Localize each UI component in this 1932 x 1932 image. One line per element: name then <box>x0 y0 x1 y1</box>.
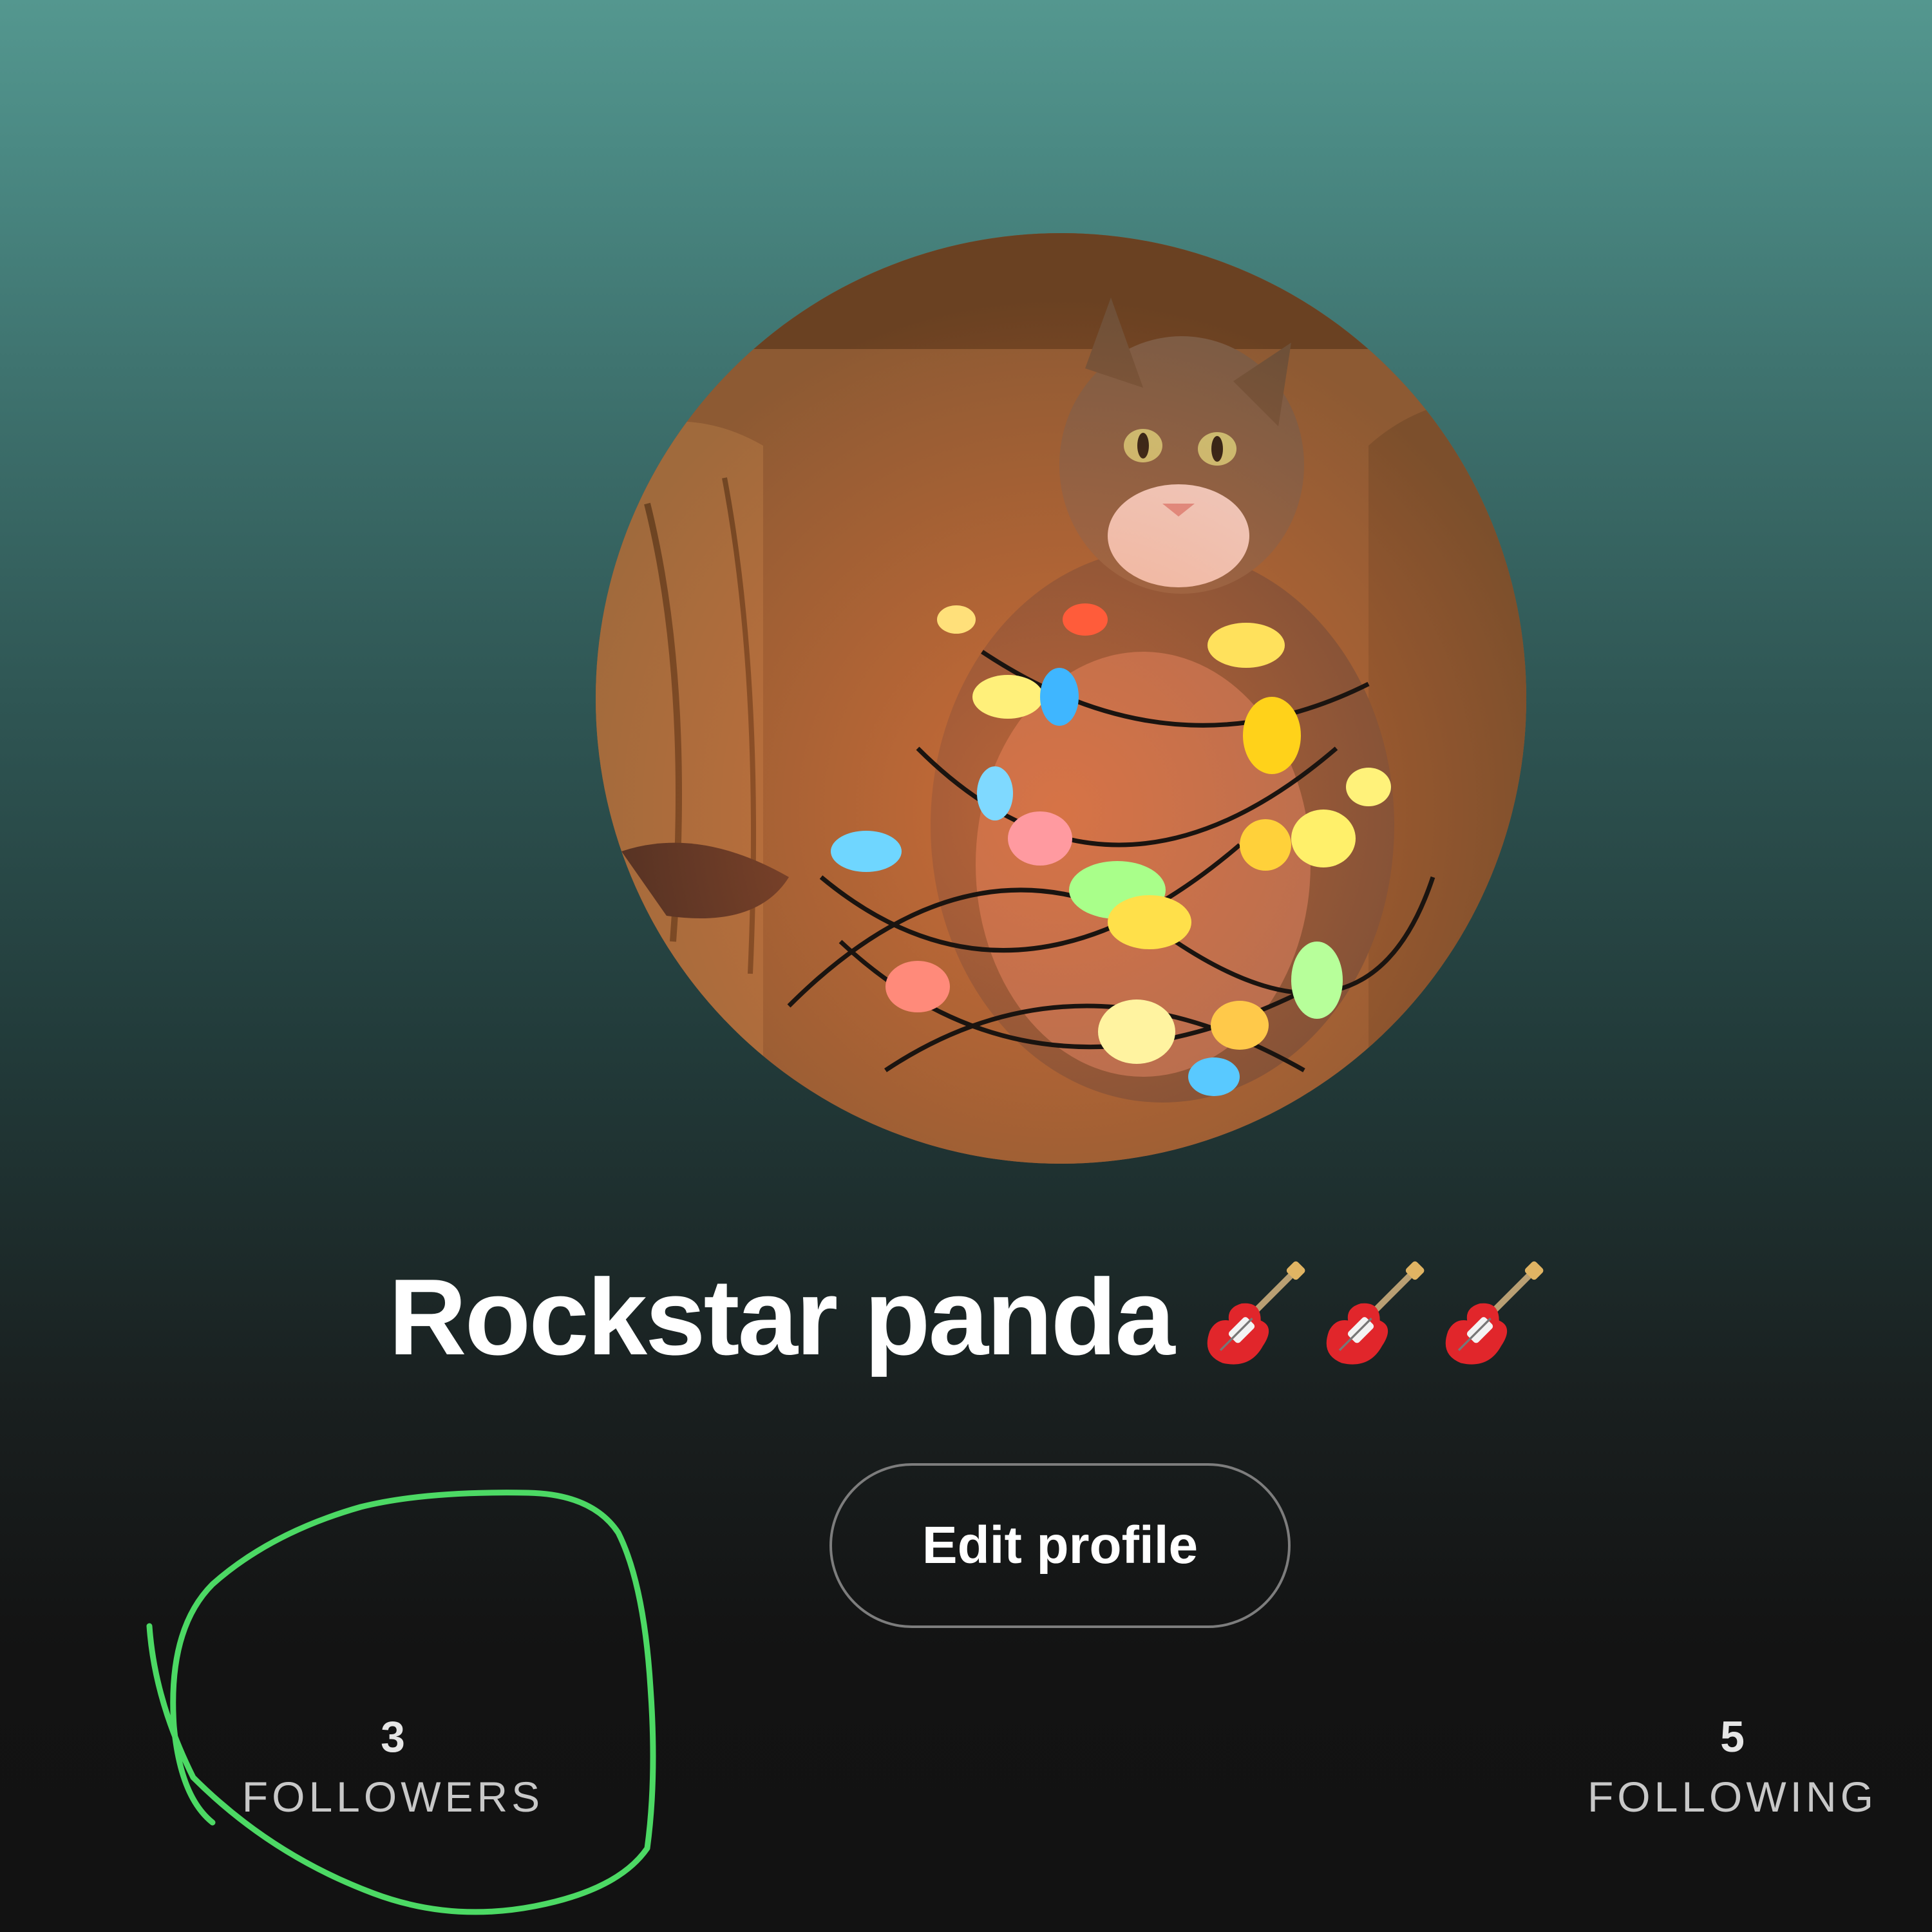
guitar-icon <box>1207 1261 1305 1365</box>
edit-profile-button[interactable]: Edit profile <box>829 1463 1291 1628</box>
followers-count: 3 <box>381 1712 405 1761</box>
followers-stat[interactable]: 3 FOLLOWERS <box>219 1710 567 1829</box>
following-stat[interactable]: 5 FOLLOWING <box>1558 1710 1906 1829</box>
profile-display-name: Rockstar panda <box>388 1256 1175 1378</box>
following-label: FOLLOWING <box>1587 1773 1878 1821</box>
avatar-photo <box>596 233 1526 1164</box>
profile-screen: Rockstar panda Edit profile 3 FOLLOWERS … <box>0 0 1932 1932</box>
profile-avatar[interactable] <box>596 233 1526 1164</box>
guitar-icon <box>1326 1261 1425 1365</box>
followers-label: FOLLOWERS <box>242 1773 544 1821</box>
profile-name-row: Rockstar panda <box>0 1253 1932 1381</box>
following-count: 5 <box>1720 1712 1745 1761</box>
guitar-emoji-group <box>1199 1261 1544 1374</box>
guitar-icon <box>1445 1261 1544 1365</box>
